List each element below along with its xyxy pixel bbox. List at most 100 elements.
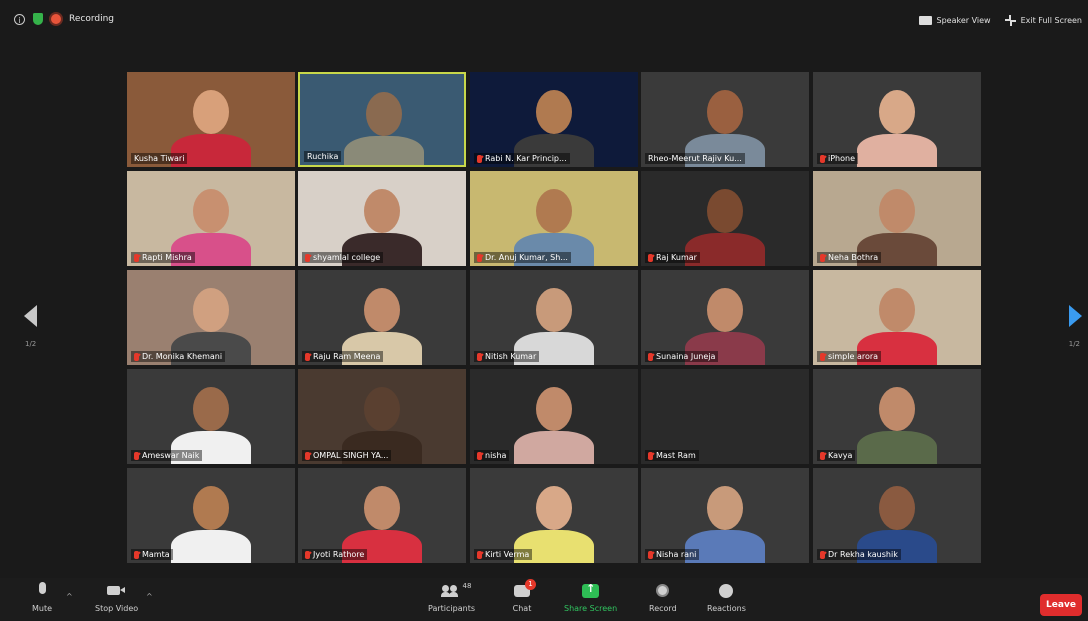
leave-meeting-button[interactable]: Leave: [1040, 594, 1082, 616]
meeting-controls-bar: Mute ^ Stop Video ^ 48 Participants 1 Ch…: [0, 578, 1088, 621]
participant-name-text: Jyoti Rathore: [313, 550, 365, 559]
exit-fullscreen-label: Exit Full Screen: [1020, 16, 1082, 25]
participant-name-text: Raj Kumar: [656, 253, 697, 262]
muted-microphone-icon: [477, 550, 482, 559]
security-shield-icon[interactable]: [33, 13, 43, 25]
participants-button[interactable]: 48 Participants: [428, 582, 475, 613]
reactions-button[interactable]: Reactions: [707, 582, 746, 613]
record-icon: [656, 584, 670, 597]
participant-name-text: shyamlal college: [313, 253, 381, 262]
participant-video-tile[interactable]: OMPAL SINGH YA...: [298, 369, 466, 464]
microphone-icon: [38, 582, 46, 594]
participant-silhouette-head: [193, 189, 229, 233]
chat-unread-badge: 1: [525, 579, 536, 590]
exit-fullscreen-button[interactable]: Exit Full Screen: [1004, 15, 1082, 26]
participant-video-tile[interactable]: Rheo-Meerut Rajiv Ku...: [641, 72, 809, 167]
participant-video-tile[interactable]: Dr Rekha kaushik: [813, 468, 981, 563]
participant-video-tile[interactable]: iPhone: [813, 72, 981, 167]
participant-video-tile[interactable]: Neha Bothra: [813, 171, 981, 266]
participant-name-text: Ameswar Naik: [142, 451, 200, 460]
participant-video-tile[interactable]: Mamta: [127, 468, 295, 563]
audio-options-caret-icon[interactable]: ^: [66, 592, 73, 601]
participant-name-text: Nitish Kumar: [485, 352, 537, 361]
participant-video-tile[interactable]: Ameswar Naik: [127, 369, 295, 464]
participants-count: 48: [462, 582, 472, 590]
meeting-status: i Recording: [14, 13, 114, 25]
muted-microphone-icon: [477, 451, 482, 460]
previous-page-arrow-icon[interactable]: [24, 305, 37, 327]
participant-video-tile[interactable]: Nitish Kumar: [470, 270, 638, 365]
muted-microphone-icon: [648, 253, 653, 262]
participant-name-text: Dr. Monika Khemani: [142, 352, 223, 361]
participant-name-label: Ruchika: [304, 151, 342, 162]
participant-silhouette-head: [707, 189, 743, 233]
participant-silhouette-head: [879, 288, 915, 332]
participant-video-tile[interactable]: Dr. Monika Khemani: [127, 270, 295, 365]
participant-name-label: Nisha rani: [645, 549, 700, 560]
participant-name-text: Kusha Tiwari: [134, 154, 185, 163]
video-options-caret-icon[interactable]: ^: [146, 592, 153, 601]
page-indicator-right: 1/2: [1068, 340, 1080, 348]
record-button[interactable]: Record: [649, 582, 677, 613]
participant-name-label: Raju Ram Meena: [302, 351, 384, 362]
speaker-view-label: Speaker View: [936, 16, 991, 25]
participant-name-label: Dr. Monika Khemani: [131, 351, 226, 362]
participant-video-tile[interactable]: Mast Ram: [641, 369, 809, 464]
participant-video-tile[interactable]: shyamlal college: [298, 171, 466, 266]
muted-microphone-icon: [134, 352, 139, 361]
participant-video-tile[interactable]: Dr. Anuj Kumar, Sh...: [470, 171, 638, 266]
muted-microphone-icon: [820, 451, 825, 460]
participant-video-tile[interactable]: Rapti Mishra: [127, 171, 295, 266]
info-icon[interactable]: i: [14, 13, 25, 25]
participant-name-label: iPhone: [817, 153, 859, 164]
participant-name-text: Nisha rani: [656, 550, 697, 559]
reactions-smiley-icon: [719, 584, 734, 598]
participant-silhouette-head: [193, 288, 229, 332]
participant-video-tile[interactable]: Nisha rani: [641, 468, 809, 563]
participant-silhouette-head: [536, 387, 572, 431]
participant-name-label: shyamlal college: [302, 252, 384, 263]
muted-microphone-icon: [820, 352, 825, 361]
participant-name-text: Mast Ram: [656, 451, 696, 460]
speaker-view-button[interactable]: Speaker View: [918, 16, 991, 25]
muted-microphone-icon: [477, 253, 482, 262]
mute-button[interactable]: Mute: [32, 582, 52, 613]
participant-video-tile[interactable]: Jyoti Rathore: [298, 468, 466, 563]
recording-label: Recording: [69, 14, 115, 24]
participant-name-label: Rheo-Meerut Rajiv Ku...: [645, 153, 745, 164]
participant-video-tile[interactable]: Sunaina Juneja: [641, 270, 809, 365]
participant-video-tile[interactable]: Kavya: [813, 369, 981, 464]
page-indicator-left: 1/2: [25, 340, 37, 348]
next-page-arrow-icon[interactable]: [1069, 305, 1082, 327]
participant-silhouette-head: [707, 288, 743, 332]
participant-video-tile[interactable]: Raj Kumar: [641, 171, 809, 266]
participants-label: Participants: [428, 604, 475, 613]
participant-name-text: Mamta: [142, 550, 170, 559]
participant-silhouette-head: [707, 90, 743, 134]
recording-icon: [51, 14, 61, 24]
muted-microphone-icon: [134, 253, 139, 262]
participant-video-tile[interactable]: Kirti Verma: [470, 468, 638, 563]
muted-microphone-icon: [820, 550, 825, 559]
participant-video-tile[interactable]: nisha: [470, 369, 638, 464]
share-screen-button[interactable]: Share Screen: [564, 582, 617, 613]
participant-video-tile[interactable]: Rabi N. Kar Princip...: [470, 72, 638, 167]
stop-video-button[interactable]: Stop Video: [95, 582, 138, 613]
participant-video-tile[interactable]: Kusha Tiwari: [127, 72, 295, 167]
share-screen-icon: [582, 582, 600, 598]
muted-microphone-icon: [477, 154, 482, 163]
muted-microphone-icon: [305, 352, 310, 361]
participant-video-tile[interactable]: simple arora: [813, 270, 981, 365]
stop-video-label: Stop Video: [95, 604, 139, 613]
participant-silhouette-head: [879, 189, 915, 233]
top-bar: i Recording Speaker View Exit Full Scree…: [0, 0, 1088, 44]
participant-video-tile[interactable]: Raju Ram Meena: [298, 270, 466, 365]
participant-name-text: OMPAL SINGH YA...: [313, 451, 389, 460]
participant-silhouette-head: [879, 90, 915, 134]
participant-name-text: Ruchika: [307, 152, 339, 161]
muted-microphone-icon: [648, 352, 653, 361]
participant-name-text: Dr. Anuj Kumar, Sh...: [485, 253, 568, 262]
chat-button[interactable]: 1 Chat: [512, 579, 536, 613]
participant-name-label: Mast Ram: [645, 450, 699, 461]
participant-video-tile[interactable]: Ruchika: [298, 72, 466, 167]
